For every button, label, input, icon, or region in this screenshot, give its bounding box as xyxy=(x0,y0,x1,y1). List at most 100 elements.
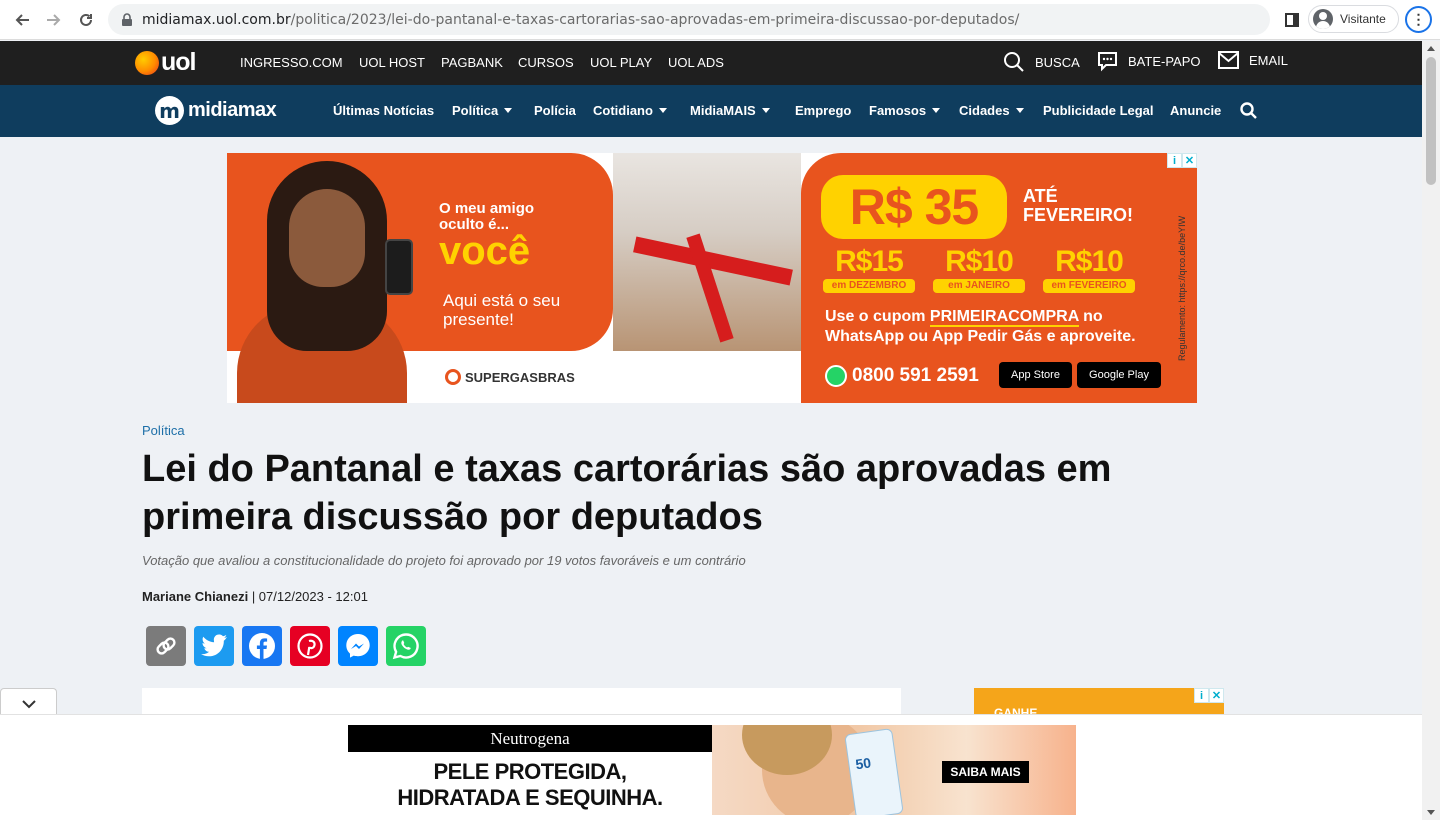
uol-ball-icon xyxy=(135,50,159,75)
uol-email-button[interactable]: EMAIL xyxy=(1218,51,1288,69)
scroll-thumb[interactable] xyxy=(1426,57,1436,185)
uol-chat-label: BATE-PAPO xyxy=(1128,54,1201,69)
uol-bar: uol INGRESSO.COM UOL HOST PAGBANK CURSOS… xyxy=(0,41,1422,85)
ad-month-january: em JANEIRO xyxy=(933,279,1025,293)
app-store-label: App Store xyxy=(1011,369,1060,381)
uol-link-ads[interactable]: UOL ADS xyxy=(668,55,724,70)
twitter-share-button[interactable] xyxy=(194,626,234,666)
nav-politica-label: Política xyxy=(452,103,499,118)
google-play-label: Google Play xyxy=(1089,369,1149,381)
midiamax-logo[interactable]: m midiamax xyxy=(155,96,277,125)
url-path: /politica/2023/lei-do-pantanal-e-taxas-c… xyxy=(290,11,1020,28)
reload-icon[interactable] xyxy=(74,8,98,32)
app-store-badge[interactable]: App Store xyxy=(999,362,1072,388)
pinterest-icon xyxy=(297,633,323,659)
chevron-down-icon xyxy=(21,699,36,708)
whatsapp-share-button[interactable] xyxy=(386,626,426,666)
ad-gift-image xyxy=(613,153,801,351)
close-icon[interactable]: ✕ xyxy=(1182,153,1197,168)
nav-policia[interactable]: Polícia xyxy=(534,103,576,118)
chat-icon xyxy=(1098,52,1117,72)
article-date: | 07/12/2023 - 12:01 xyxy=(248,589,368,604)
uol-link-ingresso[interactable]: INGRESSO.COM xyxy=(240,55,343,70)
profile-button[interactable]: Visitante xyxy=(1308,5,1399,33)
nav-ultimas-noticias[interactable]: Últimas Notícias xyxy=(333,103,434,118)
address-bar[interactable]: midiamax.uol.com.br/politica/2023/lei-do… xyxy=(108,4,1270,35)
browser-toolbar: midiamax.uol.com.br/politica/2023/lei-do… xyxy=(0,0,1440,40)
twitter-icon xyxy=(201,634,227,657)
nav-famosos[interactable]: Famosos xyxy=(869,103,941,118)
sunscreen-spf: 50 xyxy=(854,754,873,773)
ad-month-february: em FEVEREIRO xyxy=(1043,279,1135,293)
facebook-share-button[interactable] xyxy=(242,626,282,666)
copy-link-button[interactable] xyxy=(146,626,186,666)
supergasbras-label: SUPERGASBRAS xyxy=(465,369,575,385)
uol-search-button[interactable]: BUSCA xyxy=(1003,51,1080,73)
coupon-code: PRIMEIRACOMPRA xyxy=(929,308,1079,327)
uol-link-host[interactable]: UOL HOST xyxy=(359,55,425,70)
messenger-icon xyxy=(346,634,370,658)
article-category[interactable]: Política xyxy=(142,423,185,438)
uol-link-cursos[interactable]: CURSOS xyxy=(518,55,574,70)
chevron-down-icon xyxy=(761,108,770,113)
ad-coupon-text: Use o cupom PRIMEIRACOMPRA no WhatsApp o… xyxy=(825,307,1185,347)
supergasbras-banner-ad[interactable]: O meu amigo oculto é... você Aqui está o… xyxy=(227,153,1197,403)
nav-famosos-label: Famosos xyxy=(869,103,927,118)
midiamax-logo-mark: m xyxy=(155,96,184,125)
ad-month-december: em DEZEMBRO xyxy=(823,279,915,293)
bottom-sticky-ad[interactable]: Neutrogena PELE PROTEGIDA, HIDRATADA E S… xyxy=(0,714,1422,820)
supergasbras-logo: SUPERGASBRAS xyxy=(445,369,575,385)
site-search-button[interactable] xyxy=(1240,102,1257,124)
messenger-share-button[interactable] xyxy=(338,626,378,666)
scroll-up-icon[interactable] xyxy=(1427,46,1435,51)
back-arrow-icon[interactable] xyxy=(10,8,34,32)
nav-cotidiano[interactable]: Cotidiano xyxy=(593,103,667,118)
google-play-badge[interactable]: Google Play xyxy=(1077,362,1161,388)
ad-choices: i ✕ xyxy=(1167,153,1197,168)
whatsapp-icon xyxy=(392,633,419,660)
uol-link-pagbank[interactable]: PAGBANK xyxy=(441,55,503,70)
article-byline: Mariane Chianezi | 07/12/2023 - 12:01 xyxy=(142,589,368,604)
ad-price-february: R$10 xyxy=(1055,245,1124,278)
neutrogena-logo: Neutrogena xyxy=(348,725,712,752)
forward-arrow-icon[interactable] xyxy=(42,8,66,32)
adchoices-icon[interactable]: i xyxy=(1167,153,1182,168)
close-icon[interactable]: ✕ xyxy=(1209,688,1224,703)
nav-cotidiano-label: Cotidiano xyxy=(593,103,653,118)
scroll-down-icon[interactable] xyxy=(1427,810,1435,815)
nav-emprego[interactable]: Emprego xyxy=(795,103,851,118)
chevron-down-icon xyxy=(932,108,941,113)
nav-midiamais-label: MidiaMAIS xyxy=(690,103,756,118)
side-ad-choices: i ✕ xyxy=(1194,688,1224,703)
site-nav: m midiamax Últimas Notícias Política Pol… xyxy=(0,85,1422,137)
midiamax-logo-text: midiamax xyxy=(188,99,277,121)
more-menu-icon[interactable]: ⋮ xyxy=(1405,6,1432,33)
nav-publicidade-legal[interactable]: Publicidade Legal xyxy=(1043,103,1154,118)
uol-chat-button[interactable]: BATE-PAPO xyxy=(1097,51,1200,72)
uol-link-play[interactable]: UOL PLAY xyxy=(590,55,652,70)
page-scrollbar[interactable] xyxy=(1422,41,1440,820)
adchoices-icon[interactable]: i xyxy=(1194,688,1209,703)
nav-anuncie[interactable]: Anuncie xyxy=(1170,103,1221,118)
nav-midiamais[interactable]: MidiaMAIS xyxy=(690,103,770,118)
uol-logo[interactable]: uol xyxy=(135,48,196,77)
url-host: midiamax.uol.com.br xyxy=(142,11,291,28)
pinterest-share-button[interactable] xyxy=(290,626,330,666)
article-author[interactable]: Mariane Chianezi xyxy=(142,589,248,604)
uol-email-label: EMAIL xyxy=(1249,52,1289,68)
ad-whatsapp-phone: 0800 591 2591 xyxy=(825,365,979,387)
nav-cidades[interactable]: Cidades xyxy=(959,103,1024,118)
avatar xyxy=(1313,9,1333,29)
side-panel-icon[interactable] xyxy=(1280,8,1304,32)
whatsapp-icon xyxy=(825,365,847,387)
nav-cidades-label: Cidades xyxy=(959,103,1010,118)
neutrogena-headline-line1: PELE PROTEGIDA, xyxy=(433,759,627,784)
saiba-mais-button[interactable]: SAIBA MAIS xyxy=(942,761,1029,783)
facebook-icon xyxy=(249,633,275,659)
ad-until: ATÉ FEVEREIRO! xyxy=(1023,186,1134,225)
chevron-down-icon xyxy=(504,108,513,113)
nav-politica[interactable]: Política xyxy=(452,103,513,118)
ad-woman-face xyxy=(289,189,365,287)
email-icon xyxy=(1218,51,1239,69)
ad-main-price: R$ 35 xyxy=(821,175,1007,239)
